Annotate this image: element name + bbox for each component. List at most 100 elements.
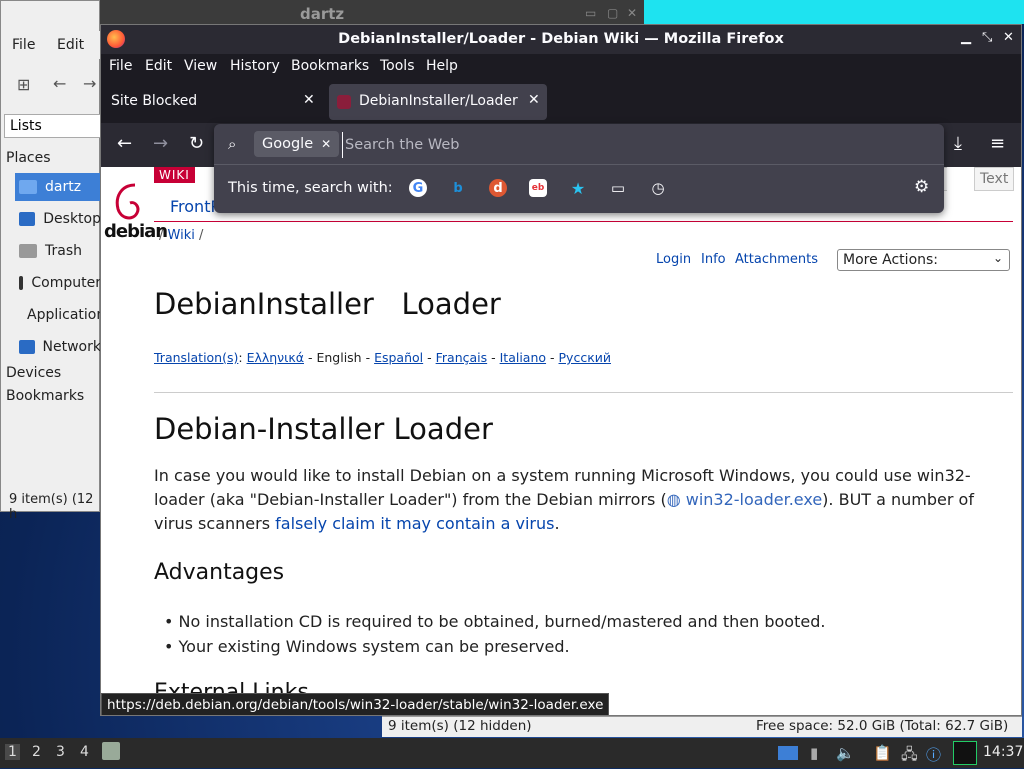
workspace-2[interactable]: 2 xyxy=(32,744,41,760)
tab-site-blocked[interactable]: Site Blocked ✕ xyxy=(101,84,323,120)
tab-close-icon[interactable]: ✕ xyxy=(528,92,540,108)
maximize-icon[interactable]: ▢ xyxy=(607,6,618,20)
filemanager-title: dartz xyxy=(300,5,345,23)
lang-french[interactable]: Français xyxy=(436,350,488,365)
ebay-engine-icon[interactable]: eb xyxy=(529,179,547,197)
google-engine-icon[interactable]: G xyxy=(409,179,427,197)
search-engine-chip[interactable]: Google ✕ xyxy=(254,131,340,157)
removable-drive-icon[interactable]: ▮ xyxy=(810,744,818,762)
search-input[interactable] xyxy=(342,132,927,158)
history-clock-icon[interactable]: ◷ xyxy=(649,179,667,197)
main-heading: Debian-Installer Loader xyxy=(154,412,493,446)
translations-bar: Translation(s): Ελληνικά - English - Esp… xyxy=(154,350,611,365)
updates-icon[interactable]: ⓘ xyxy=(926,744,941,765)
header-divider xyxy=(154,221,1013,222)
window-title: DebianInstaller/Loader - Debian Wiki — M… xyxy=(338,31,784,47)
filemanager-statusbar: 9 item(s) (12 hidden) Free space: 52.0 G… xyxy=(382,716,1022,737)
hamburger-menu-icon[interactable]: ≡ xyxy=(990,133,1005,154)
new-tab-icon[interactable]: ⊞ xyxy=(17,75,30,94)
devices-heading: Devices xyxy=(6,365,62,381)
lang-italian[interactable]: Italiano xyxy=(500,350,546,365)
menu-view[interactable]: View xyxy=(184,58,217,74)
menu-file[interactable]: File xyxy=(109,58,132,74)
clipboard-icon[interactable]: 📋 xyxy=(873,744,892,762)
tab-strip: Site Blocked ✕ DebianInstaller/Loader - … xyxy=(101,80,1021,123)
duckduckgo-engine-icon[interactable]: d xyxy=(489,179,507,197)
firefox-titlebar[interactable]: DebianInstaller/Loader - Debian Wiki — M… xyxy=(101,25,1021,54)
forward-arrow-icon[interactable]: → xyxy=(83,74,96,93)
sidebar-item-network[interactable]: Network xyxy=(15,333,101,361)
download-icon[interactable]: ⤓ xyxy=(954,133,962,154)
tab-debian-installer[interactable]: DebianInstaller/Loader - ✕ xyxy=(329,84,547,120)
frontpage-link[interactable]: FrontP xyxy=(170,197,220,216)
info-link[interactable]: Info xyxy=(701,252,726,267)
fm-menu-file[interactable]: File xyxy=(12,37,35,53)
list-item: • Your existing Windows system can be pr… xyxy=(164,637,570,656)
bookmarks-heading: Bookmarks xyxy=(6,388,85,404)
bookmarks-star-icon[interactable]: ★ xyxy=(569,179,587,198)
workspace-3[interactable]: 3 xyxy=(56,744,65,760)
lang-greek[interactable]: Ελληνικά xyxy=(247,350,304,365)
advantages-heading: Advantages xyxy=(154,560,285,585)
minimize-icon[interactable]: ▭ xyxy=(585,6,596,20)
item-count: 9 item(s) (12 hidden) xyxy=(388,718,532,734)
minimize-icon[interactable]: ▁ xyxy=(961,30,971,45)
sidebar-item-desktop[interactable]: Desktop xyxy=(15,205,101,233)
debian-favicon-icon xyxy=(337,95,351,109)
fm-menu-edit[interactable]: Edit xyxy=(57,37,84,53)
page-title: DebianInstaller Loader xyxy=(154,287,501,321)
translations-link[interactable]: Translation(s) xyxy=(154,350,238,365)
restore-icon[interactable]: ⤡ xyxy=(982,30,992,45)
lang-russian[interactable]: Русский xyxy=(559,350,611,365)
clock: 14:37 xyxy=(983,744,1024,760)
gear-icon[interactable]: ⚙ xyxy=(914,177,929,197)
text-button[interactable]: Text xyxy=(974,167,1015,191)
filemanager-menubar: File Edit xyxy=(1,31,101,59)
network-icon xyxy=(19,340,35,354)
forward-arrow-icon[interactable]: → xyxy=(153,133,168,154)
login-link[interactable]: Login xyxy=(656,252,691,267)
win32-loader-link[interactable]: win32-loader.exe xyxy=(686,490,822,509)
menu-tools[interactable]: Tools xyxy=(380,58,415,74)
tab-close-icon[interactable]: ✕ xyxy=(303,92,315,108)
desktop-icon xyxy=(19,212,36,226)
trash-icon xyxy=(19,244,37,258)
link-status-url: https://deb.debian.org/debian/tools/win3… xyxy=(101,693,610,715)
more-actions-select[interactable]: More Actions: ⌄ xyxy=(837,249,1010,271)
breadcrumb: / Wiki / xyxy=(159,228,204,243)
sidebar-item-applications[interactable]: Applications xyxy=(15,301,113,329)
bing-engine-icon[interactable]: b xyxy=(449,179,467,197)
reload-icon[interactable]: ↻ xyxy=(189,133,204,154)
lang-spanish[interactable]: Español xyxy=(374,350,423,365)
section-divider xyxy=(154,392,1013,393)
volume-icon[interactable]: 🔈 xyxy=(836,744,855,762)
close-icon[interactable]: ✕ xyxy=(627,6,637,20)
tabs-icon[interactable]: ▭ xyxy=(609,179,627,197)
sidebar-item-dartz[interactable]: dartz xyxy=(15,173,101,201)
sidebar-item-trash[interactable]: Trash xyxy=(15,237,101,265)
filemanager-window: File Edit ⊞ ← → Lists Places dartz Deskt… xyxy=(0,0,113,522)
page-content: debian WIKI les Text FrontP / Wiki / Log… xyxy=(101,167,1021,715)
chip-close-icon[interactable]: ✕ xyxy=(321,137,331,151)
workspace-4[interactable]: 4 xyxy=(80,744,89,760)
workspace-1[interactable]: 1 xyxy=(5,744,20,760)
filemanager-task-icon[interactable] xyxy=(102,742,120,760)
sidebar-mode-select[interactable]: Lists xyxy=(4,114,101,138)
back-arrow-icon[interactable]: ← xyxy=(53,74,66,93)
close-icon[interactable]: ✕ xyxy=(1003,30,1014,45)
attachments-link[interactable]: Attachments xyxy=(735,252,818,267)
menubar: File Edit View History Bookmarks Tools H… xyxy=(101,54,1021,80)
network-tray-icon[interactable]: 🖧 xyxy=(901,744,918,769)
menu-bookmarks[interactable]: Bookmarks xyxy=(291,58,369,74)
back-arrow-icon[interactable]: ← xyxy=(117,133,132,154)
breadcrumb-wiki[interactable]: Wiki xyxy=(168,228,195,243)
virus-claim-link[interactable]: falsely claim it may contain a virus xyxy=(275,514,554,533)
filemanager-status: 9 item(s) (12 h xyxy=(9,492,94,522)
menu-history[interactable]: History xyxy=(230,58,280,74)
window-task-icon[interactable] xyxy=(778,746,798,760)
menu-edit[interactable]: Edit xyxy=(145,58,172,74)
search-with-label: This time, search with: xyxy=(228,180,393,196)
menu-help[interactable]: Help xyxy=(426,58,458,74)
sidebar-item-computer[interactable]: Computer xyxy=(15,269,101,297)
computer-icon xyxy=(19,276,24,290)
